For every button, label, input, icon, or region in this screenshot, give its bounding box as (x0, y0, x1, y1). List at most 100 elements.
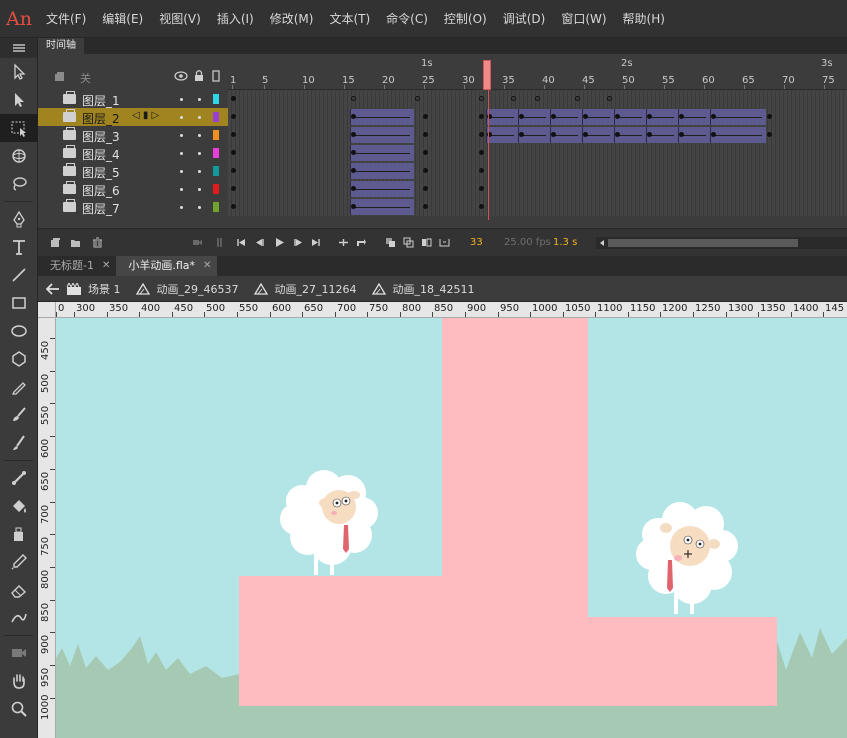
playhead-handle[interactable] (483, 60, 491, 90)
motion-tween[interactable] (350, 127, 414, 143)
go-to-last-frame-icon[interactable] (310, 237, 321, 248)
blank-keyframe[interactable] (607, 96, 612, 101)
keyframe[interactable] (479, 132, 484, 137)
pen-tool-icon[interactable] (0, 205, 38, 233)
frame-ruler[interactable]: 1s 2s 3s 1 5 10 15 20 25 30 35 40 45 50 55 60 65 70 75 (228, 54, 847, 90)
keyframe[interactable] (519, 132, 524, 137)
layer-outline-color[interactable] (213, 202, 219, 212)
visibility-toggle[interactable] (180, 98, 183, 101)
motion-tween[interactable] (350, 163, 414, 179)
keyframe[interactable] (767, 114, 772, 119)
layer-label-area[interactable]: 图层_4 (38, 144, 228, 162)
keyframe[interactable] (231, 204, 236, 209)
new-folder-icon[interactable] (70, 237, 81, 248)
menu-edit[interactable]: 编辑(E) (94, 0, 151, 38)
motion-tween[interactable] (350, 181, 414, 197)
layer-frames[interactable] (228, 90, 847, 108)
ink-bottle-tool-icon[interactable] (0, 520, 38, 548)
blank-keyframe[interactable] (479, 96, 484, 101)
keyframe[interactable] (351, 132, 356, 137)
delete-layer-icon[interactable] (92, 237, 103, 248)
eye-icon[interactable] (174, 71, 188, 81)
edit-multiple-frames-icon[interactable] (421, 237, 432, 248)
keyframe[interactable] (423, 150, 428, 155)
keyframe[interactable] (479, 114, 484, 119)
layer-name[interactable]: 图层_7 (82, 200, 120, 217)
layer-frames[interactable] (228, 144, 847, 162)
keyframe[interactable] (479, 168, 484, 173)
keyframe[interactable] (231, 132, 236, 137)
lock-toggle[interactable] (198, 188, 201, 191)
doc-tab-untitled[interactable]: 无标题-1 ✕ (38, 256, 116, 276)
back-arrow-icon[interactable] (46, 282, 60, 295)
show-all-layers-icon[interactable] (54, 71, 66, 83)
doc-tab-sheep-animation[interactable]: 小羊动画.fla* ✕ (116, 256, 218, 276)
current-frame[interactable]: 33 (470, 237, 483, 248)
keyframe[interactable] (767, 132, 772, 137)
layer-outline-color[interactable] (213, 184, 219, 194)
layer-name[interactable]: 图层_5 (82, 164, 120, 181)
keyframe[interactable] (711, 132, 716, 137)
elapsed-time[interactable]: 1.3 s (553, 237, 577, 248)
layer-name[interactable]: 图层_3 (82, 128, 120, 145)
keyframe[interactable] (423, 132, 428, 137)
layer-label-area[interactable]: 图层_5 (38, 162, 228, 180)
step-forward-icon[interactable] (292, 237, 303, 248)
layer-label-area[interactable]: 图层_6 (38, 180, 228, 198)
lock-toggle[interactable] (198, 98, 201, 101)
visibility-toggle[interactable] (180, 170, 183, 173)
menu-help[interactable]: 帮助(H) (615, 0, 673, 38)
layer-label-area[interactable]: 图层_7 (38, 198, 228, 216)
layer-outline-color[interactable] (213, 166, 219, 176)
keyframe[interactable] (231, 114, 236, 119)
camera-layer-icon[interactable] (192, 237, 203, 248)
menu-file[interactable]: 文件(F) (38, 0, 94, 38)
keyframe[interactable] (479, 186, 484, 191)
horizontal-ruler[interactable]: 0 300 350 400 450 500 550 600 650 700 750 800 850 900… (56, 302, 847, 318)
layer-outline-color[interactable] (213, 148, 219, 158)
paint-bucket-tool-icon[interactable] (0, 492, 38, 520)
layer-row[interactable]: 图层_5 (38, 162, 847, 180)
layer-row[interactable]: 图层_4 (38, 144, 847, 162)
breadcrumb-symbol[interactable]: 动画_18_42511 (371, 281, 483, 297)
menu-control[interactable]: 控制(O) (436, 0, 495, 38)
paint-brush-tool-icon[interactable] (0, 401, 38, 429)
visibility-toggle[interactable] (180, 188, 183, 191)
menu-insert[interactable]: 插入(I) (209, 0, 262, 38)
menu-view[interactable]: 视图(V) (151, 0, 209, 38)
keyframe[interactable] (647, 132, 652, 137)
lock-toggle[interactable] (198, 152, 201, 155)
rectangle-tool-icon[interactable] (0, 289, 38, 317)
keyframe[interactable] (679, 114, 684, 119)
keyframe[interactable] (423, 186, 428, 191)
oval-tool-icon[interactable] (0, 317, 38, 345)
stage-canvas[interactable] (56, 318, 847, 738)
layer-frames[interactable] (228, 126, 847, 144)
keyframe[interactable] (351, 150, 356, 155)
subselection-tool-icon[interactable] (0, 86, 38, 114)
visibility-toggle[interactable] (180, 206, 183, 209)
keyframe[interactable] (615, 114, 620, 119)
center-frame-icon[interactable] (338, 237, 349, 248)
keyframe[interactable] (231, 186, 236, 191)
step-back-icon[interactable] (255, 237, 266, 248)
motion-tween[interactable] (710, 109, 766, 125)
keyframe[interactable] (479, 150, 484, 155)
breadcrumb-symbol[interactable]: 动画_27_11264 (253, 281, 365, 297)
keyframe[interactable] (423, 168, 428, 173)
keyframe[interactable] (551, 114, 556, 119)
bone-tool-icon[interactable] (0, 464, 38, 492)
go-to-first-frame-icon[interactable] (236, 237, 247, 248)
loop-icon[interactable] (356, 237, 367, 248)
layer-outline-color[interactable] (213, 112, 219, 122)
blank-keyframe[interactable] (511, 96, 516, 101)
modify-markers-icon[interactable] (439, 237, 450, 248)
polystar-tool-icon[interactable] (0, 345, 38, 373)
layer-edit-controls-icon[interactable]: ◁ ▮ ▷ (132, 110, 159, 121)
menu-commands[interactable]: 命令(C) (378, 0, 436, 38)
scroll-thumb[interactable] (608, 239, 798, 247)
motion-tween[interactable] (710, 127, 766, 143)
layer-outline-color[interactable] (213, 130, 219, 140)
eyedropper-tool-icon[interactable] (0, 548, 38, 576)
outline-icon[interactable] (212, 70, 220, 82)
